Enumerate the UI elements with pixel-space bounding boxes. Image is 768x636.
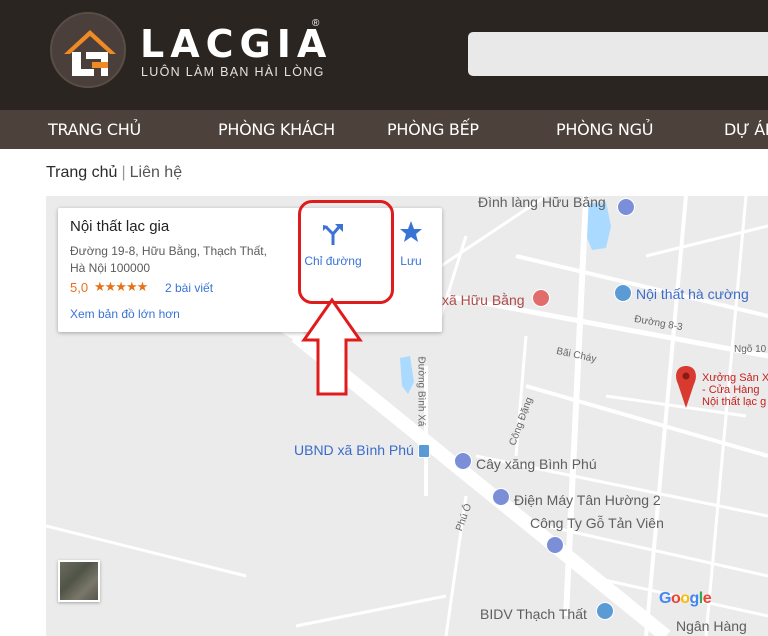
- search-input[interactable]: [468, 32, 768, 76]
- place-info-card: Nội thất lạc gia Đường 19-8, Hữu Bằng, T…: [58, 200, 442, 332]
- star-icon: [400, 221, 422, 242]
- poi-pin-icon: [617, 198, 635, 216]
- map-label-dien-may[interactable]: Điện Máy Tân Hường 2: [514, 492, 661, 508]
- embedded-map[interactable]: Đình làng Hữu Bằng xã Hữu Bằng Nội thất …: [46, 196, 768, 636]
- place-rating: 5,0: [70, 280, 89, 295]
- nav-item-phong-ngu[interactable]: PHÒNG NGỦ: [556, 120, 653, 139]
- site-header: LACGIA ® LUÔN LÀM BẠN HÀI LÒNG: [0, 0, 768, 110]
- map-label-ngo-10: Ngõ 10: [734, 344, 767, 355]
- house-logo-icon: [64, 30, 116, 76]
- nav-item-du-an[interactable]: DỰ ÁN: [724, 120, 768, 139]
- map-label-dinh-lang[interactable]: Đình làng Hữu Bằng: [478, 196, 606, 210]
- map-label-xa-huu-bang[interactable]: xã Hữu Bằng: [442, 292, 525, 308]
- brand-name: LACGIA: [140, 22, 333, 66]
- google-logo: Google: [659, 590, 712, 607]
- bank-pin-icon: [596, 602, 614, 620]
- breadcrumb-current: Liên hệ: [129, 164, 183, 181]
- nav-item-phong-khach[interactable]: PHÒNG KHÁCH: [218, 120, 335, 139]
- map-label-duong-binh-xa: Đường Bình Xá: [415, 356, 427, 427]
- map-label-cong-ty-go[interactable]: Công Ty Gỗ Tản Viên: [530, 515, 664, 531]
- registered-mark: ®: [312, 18, 320, 29]
- breadcrumb-separator: |: [121, 164, 126, 181]
- annotation-up-arrow-icon: [301, 297, 363, 396]
- place-title: Nội thất lạc gia: [70, 218, 170, 235]
- map-label-xuong-2[interactable]: - Cửa Hàng: [702, 384, 760, 396]
- view-larger-map-link[interactable]: Xem bản đồ lớn hơn: [70, 307, 180, 321]
- nav-item-trang-chu[interactable]: TRANG CHỦ: [48, 120, 141, 139]
- rating-stars-icon: ★★★★★: [94, 279, 148, 294]
- map-label-ubnd[interactable]: UBND xã Bình Phú: [294, 442, 414, 458]
- site-logo[interactable]: [50, 12, 126, 88]
- gas-station-icon: [454, 452, 472, 470]
- breadcrumb-home[interactable]: Trang chủ: [46, 164, 117, 181]
- main-nav: TRANG CHỦ PHÒNG KHÁCH PHÒNG BẾP PHÒNG NG…: [0, 110, 768, 149]
- map-label-ngan-hang[interactable]: Ngân Hàng: [676, 618, 747, 634]
- electronics-store-icon: [492, 488, 510, 506]
- place-address: Đường 19-8, Hữu Bằng, Thạch Thất, Hà Nội…: [70, 244, 267, 275]
- map-label-bidv[interactable]: BIDV Thạch Thất: [480, 606, 587, 622]
- reviews-link[interactable]: 2 bài viết: [165, 281, 213, 295]
- map-label-noi-that-ha-cuong[interactable]: Nội thất hà cường: [636, 286, 749, 302]
- company-pin-icon: [546, 536, 564, 554]
- map-label-cay-xang[interactable]: Cây xăng Bình Phú: [476, 456, 597, 472]
- government-icon: [418, 444, 430, 458]
- map-label-xuong-3[interactable]: Nội thất lạc g: [702, 396, 766, 408]
- satellite-toggle[interactable]: [58, 560, 100, 602]
- map-label-xuong-1[interactable]: Xưởng Sản X: [702, 372, 768, 384]
- annotation-highlight-box: [298, 200, 394, 304]
- brand-tagline: LUÔN LÀM BẠN HÀI LÒNG: [141, 65, 325, 79]
- hospital-icon: [532, 289, 550, 307]
- breadcrumb: Trang chủ | Liên hệ: [46, 164, 182, 182]
- nav-item-phong-bep[interactable]: PHÒNG BẾP: [387, 120, 479, 139]
- shop-pin-icon: [614, 284, 632, 302]
